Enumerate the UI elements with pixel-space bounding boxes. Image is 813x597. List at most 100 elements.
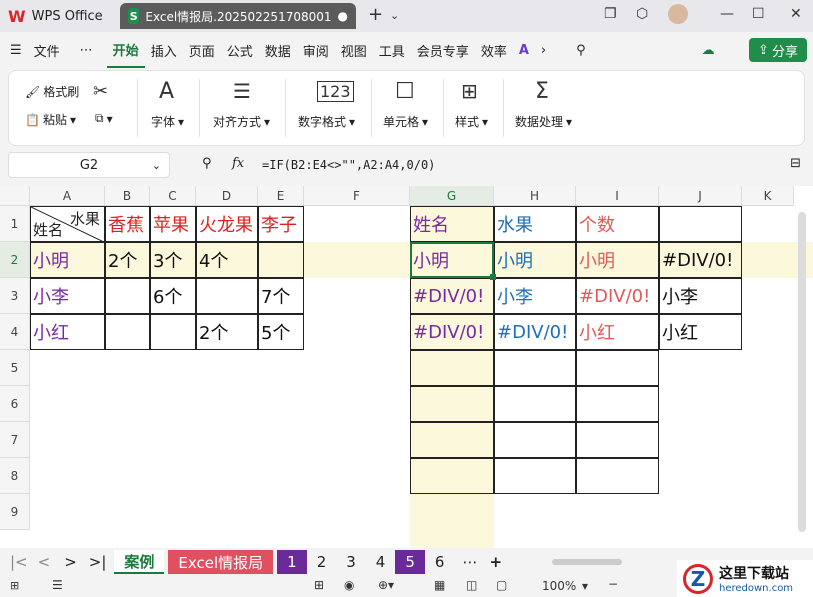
- table1-header[interactable]: 香蕉: [105, 206, 150, 242]
- maximize-icon[interactable]: ☐: [752, 6, 765, 22]
- number-format-icon[interactable]: 123: [317, 81, 354, 102]
- table2-empty-cell[interactable]: [494, 386, 576, 422]
- table2-header[interactable]: 水果: [494, 206, 576, 242]
- style-button[interactable]: 样式 ▾: [455, 113, 488, 130]
- align-button[interactable]: 对齐方式 ▾: [213, 113, 270, 130]
- window-restore-icon[interactable]: ❐: [604, 6, 617, 22]
- select-all-corner[interactable]: [0, 186, 30, 206]
- table2-value[interactable]: 小明: [494, 242, 576, 278]
- more-sheets-button[interactable]: ⋯: [462, 553, 477, 571]
- cloud-sync-icon[interactable]: ☁: [696, 32, 721, 68]
- column-header-b[interactable]: B: [105, 186, 150, 206]
- horizontal-scrollbar[interactable]: [552, 559, 623, 565]
- table2-header[interactable]: 个数: [576, 206, 659, 242]
- table2-empty-cell[interactable]: [410, 422, 494, 458]
- sheet-tab-6[interactable]: 6: [425, 550, 455, 574]
- table2-empty-cell[interactable]: [494, 350, 576, 386]
- data-process-button[interactable]: 数据处理 ▾: [515, 113, 572, 130]
- table1-value[interactable]: [105, 314, 150, 350]
- table2-header[interactable]: [659, 206, 742, 242]
- table2-empty-cell[interactable]: [494, 422, 576, 458]
- column-header-a[interactable]: A: [30, 186, 105, 206]
- table1-value[interactable]: 7个: [258, 278, 304, 314]
- row-header-6[interactable]: 6: [0, 386, 30, 422]
- chevron-right-icon[interactable]: ›: [535, 32, 552, 68]
- wps-home-tab[interactable]: W WPS Office: [8, 4, 103, 28]
- zoom-level[interactable]: 100%: [542, 579, 576, 593]
- chevron-down-icon[interactable]: ⌄: [390, 9, 399, 22]
- page-layout-icon[interactable]: ◫: [466, 578, 477, 592]
- menu-tab-page[interactable]: 页面: [183, 32, 221, 68]
- column-header-j[interactable]: J: [659, 186, 742, 206]
- sheet-list-icon[interactable]: ☰: [52, 578, 63, 592]
- column-header-g[interactable]: G: [410, 186, 494, 206]
- cell-button[interactable]: 单元格 ▾: [383, 113, 428, 130]
- row-header-9[interactable]: 9: [0, 494, 30, 530]
- file-menu[interactable]: 文件: [28, 32, 66, 68]
- sigma-icon[interactable]: Σ: [535, 79, 549, 104]
- table1-name[interactable]: 小李: [30, 278, 105, 314]
- table2-empty-cell[interactable]: [494, 458, 576, 494]
- table1-header[interactable]: 李子: [258, 206, 304, 242]
- row-header-2[interactable]: 2: [0, 242, 30, 278]
- zoom-out-icon[interactable]: −: [608, 577, 618, 591]
- eye-icon[interactable]: ◉: [344, 578, 354, 592]
- menu-tab-tools[interactable]: 工具: [373, 32, 411, 68]
- avatar[interactable]: [668, 4, 688, 24]
- fill-handle[interactable]: [490, 274, 496, 280]
- table2-value[interactable]: #DIV/0!: [659, 242, 742, 278]
- table2-value[interactable]: 小红: [576, 314, 659, 350]
- table2-value[interactable]: #DIV/0!: [494, 314, 576, 350]
- row-header-1[interactable]: 1: [0, 206, 30, 242]
- active-cell-g2[interactable]: [410, 242, 494, 278]
- expand-formula-icon[interactable]: ⊟: [790, 156, 801, 171]
- document-tab[interactable]: S Excel情报局.202502251708001 ●: [120, 3, 356, 29]
- table2-value[interactable]: 小李: [659, 278, 742, 314]
- column-header-d[interactable]: D: [196, 186, 258, 206]
- table2-value[interactable]: 小红: [659, 314, 742, 350]
- minimize-icon[interactable]: —: [720, 6, 734, 22]
- share-button[interactable]: ⇪ 分享: [749, 38, 807, 62]
- sheet-tab-1[interactable]: 1: [277, 550, 307, 574]
- table2-value[interactable]: #DIV/0!: [410, 314, 494, 350]
- table1-value[interactable]: 2个: [196, 314, 258, 350]
- spreadsheet-grid[interactable]: A B C D E F G H I J K 1 2 3 4 5 6 7 8 9 水果 姓名 香蕉 苹果 火龙果 李子 小明 小李 小红 2…: [0, 186, 813, 548]
- normal-view-icon[interactable]: ▦: [434, 578, 445, 592]
- menu-tab-home[interactable]: 开始: [106, 32, 145, 68]
- scissors-icon[interactable]: ✂: [93, 81, 108, 102]
- focus-icon[interactable]: ⊕▾: [378, 578, 394, 592]
- reading-mode-icon[interactable]: ⊞: [314, 578, 324, 592]
- prev-sheet-icon[interactable]: <: [38, 553, 51, 571]
- zoom-formula-icon[interactable]: ⚲: [202, 156, 212, 171]
- row-header-4[interactable]: 4: [0, 314, 30, 350]
- table1-value[interactable]: 6个: [150, 278, 196, 314]
- vertical-scrollbar[interactable]: [798, 212, 806, 532]
- name-box[interactable]: G2 ⌄: [8, 152, 170, 178]
- column-header-e[interactable]: E: [258, 186, 304, 206]
- new-tab-button[interactable]: +: [368, 4, 383, 25]
- first-sheet-icon[interactable]: |<: [10, 553, 28, 571]
- row-header-5[interactable]: 5: [0, 350, 30, 386]
- font-icon[interactable]: A: [159, 79, 174, 104]
- cube-icon[interactable]: ⬡: [636, 6, 648, 22]
- menu-tab-data[interactable]: 数据: [259, 32, 297, 68]
- column-header-f[interactable]: F: [304, 186, 410, 206]
- column-header-c[interactable]: C: [150, 186, 196, 206]
- table2-empty-cell[interactable]: [410, 386, 494, 422]
- sheet-tab-case[interactable]: 案例: [114, 550, 165, 574]
- cell-a1-diagonal-header[interactable]: 水果 姓名: [30, 206, 105, 242]
- next-sheet-icon[interactable]: >: [64, 553, 77, 571]
- formula-input[interactable]: =IF(B2:E4<>"",A2:A4,0/0): [262, 152, 806, 178]
- table2-empty-cell[interactable]: [576, 422, 659, 458]
- sheet-tab-2[interactable]: 2: [307, 550, 337, 574]
- zoom-dropdown-icon[interactable]: ▾: [582, 579, 588, 593]
- menu-tab-insert[interactable]: 插入: [145, 32, 183, 68]
- align-icon[interactable]: ☰: [233, 79, 251, 103]
- table2-header[interactable]: 姓名: [410, 206, 494, 242]
- sheet-tab-4[interactable]: 4: [366, 550, 396, 574]
- paste-button[interactable]: 📋 粘贴 ▾: [25, 111, 76, 128]
- last-sheet-icon[interactable]: >|: [89, 553, 107, 571]
- format-painter-button[interactable]: 🖌 格式刷: [25, 83, 79, 100]
- table1-value[interactable]: 2个: [105, 242, 150, 278]
- menu-tab-efficiency[interactable]: 效率: [475, 32, 513, 68]
